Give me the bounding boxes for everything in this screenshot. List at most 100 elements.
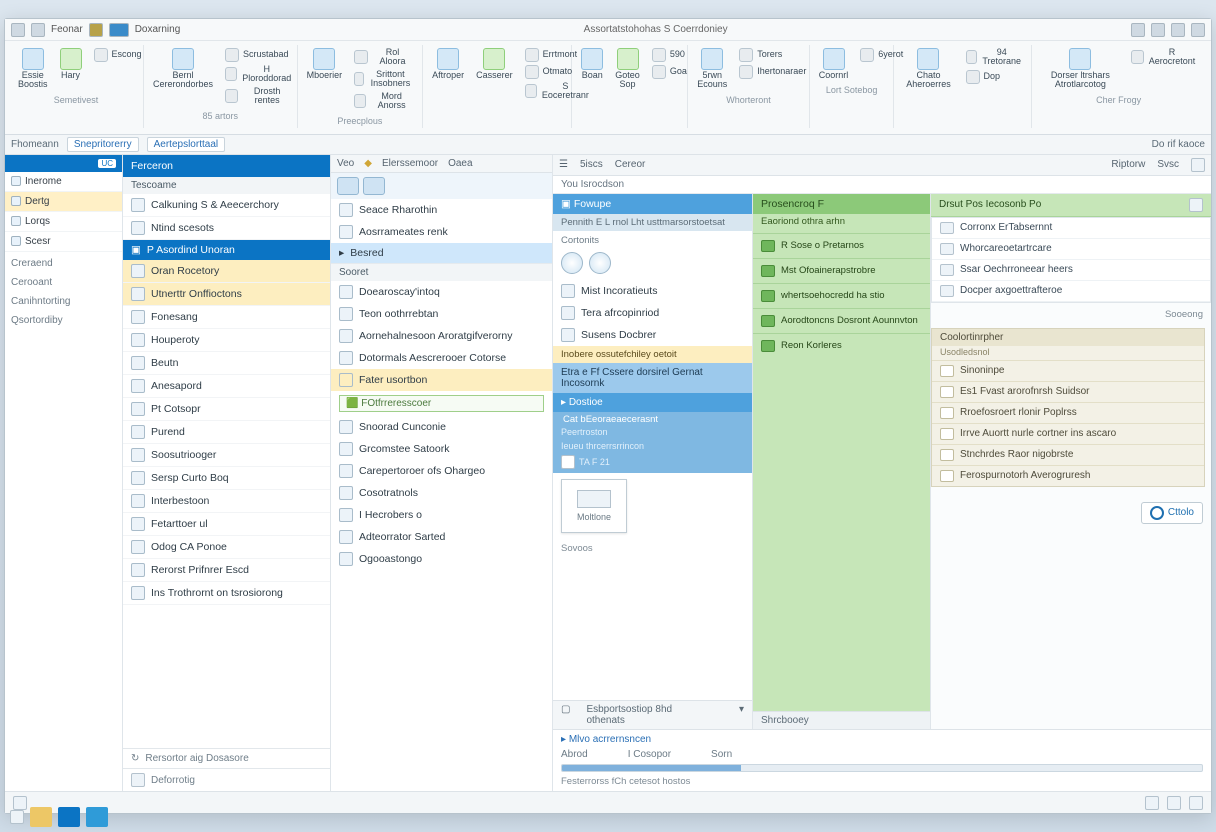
sidebar-item[interactable]: Scesr	[5, 232, 122, 252]
nav3-search[interactable]: 🟩 FOtfrreresscoer	[339, 395, 544, 412]
print-icon[interactable]	[1151, 23, 1165, 37]
sidebar-item[interactable]: Purend	[123, 421, 330, 444]
panel-row[interactable]: Rroefosroert rlonir Poplrss	[932, 402, 1204, 423]
sidebar-item[interactable]: Soosutriooger	[123, 444, 330, 467]
colA-foot-tab[interactable]: ▢Esbportsostiop 8hd othenats▾	[553, 700, 752, 729]
sidebar-item[interactable]: Pt Cotsopr	[123, 398, 330, 421]
ribbon-small-button[interactable]: Scrustabad	[222, 47, 295, 63]
ribbon-button[interactable]: 5rwn Ecouns	[694, 47, 730, 91]
taskbar-app[interactable]	[58, 807, 80, 827]
list-item[interactable]: Corronx ErTabsernnt	[932, 218, 1210, 239]
nav2-section-header[interactable]: ▣P Asordind Unoran	[123, 240, 330, 260]
qat-icon[interactable]	[109, 23, 129, 37]
ribbon-button[interactable]: Essie Boostis	[15, 47, 51, 91]
qat-icon[interactable]	[89, 23, 103, 37]
sidebar-item[interactable]: Teon oothrrebtan	[331, 303, 552, 325]
sidebar-item[interactable]: Snoorad Cunconie	[331, 416, 552, 438]
sidebar-item[interactable]: Sersp Curto Boq	[123, 467, 330, 490]
ribbon-button[interactable]: Aftroper	[429, 47, 467, 81]
view-tabs[interactable]: You Isrocdson	[553, 176, 1211, 194]
list-item[interactable]: Aorodtoncns Dosront Aounnvton	[753, 308, 930, 333]
bottom-label[interactable]: ▸ Mlvo acrrernsncen	[561, 734, 1203, 745]
sidebar-item[interactable]: Anesapord	[123, 375, 330, 398]
breadcrumb-pill[interactable]: Aertepslorttaal	[147, 137, 225, 152]
ribbon-button[interactable]: Coornrl	[816, 47, 852, 81]
list-item[interactable]: Reon Korleres	[753, 333, 930, 358]
ribbon-small-button[interactable]: Torers	[736, 47, 809, 63]
nav3-section-header[interactable]: Fater usortbon	[331, 369, 552, 391]
ribbon-small-button[interactable]: Mord Anorss	[351, 91, 416, 112]
sidebar-item[interactable]: Grcomstee Satoork	[331, 438, 552, 460]
main-tab[interactable]: 5iscs	[580, 159, 603, 170]
list-item[interactable]: Mst Ofoainerapstrobre	[753, 258, 930, 283]
sidebar-item[interactable]: Cosotratnols	[331, 482, 552, 504]
ribbon-small-button[interactable]: Srittont Insobners	[351, 69, 416, 90]
sidebar-item[interactable]: Odog CA Ponoe	[123, 536, 330, 559]
panel-row[interactable]: Ferospurnotorh Averogruresh	[932, 465, 1204, 486]
sidebar-item[interactable]: Doearoscay'intoq	[331, 281, 552, 303]
panel-row[interactable]: Es1 Fvast arorofnrsh Suidsor	[932, 381, 1204, 402]
main-tab[interactable]: Cereor	[615, 159, 646, 170]
sidebar-item[interactable]: I Hecrobers o	[331, 504, 552, 526]
settings-icon[interactable]	[1191, 158, 1205, 172]
ribbon-small-button[interactable]: Dop	[963, 69, 1026, 85]
sidebar-item[interactable]: Dertg	[5, 192, 122, 212]
sidebar-section[interactable]: Creraend	[5, 252, 122, 271]
sidebar-item[interactable]: Oran Rocetory	[123, 260, 330, 283]
qat-label[interactable]: Doxarning	[135, 24, 181, 35]
panel-row[interactable]: Sinoninpe	[932, 360, 1204, 381]
ribbon-button[interactable]: Goteo Sop	[612, 47, 643, 91]
panel-row[interactable]: Stnchrdes Raor nigobrste	[932, 444, 1204, 465]
colA-selected-header[interactable]: ▸ Dostioe	[553, 393, 752, 412]
list-item[interactable]: Susens Docbrer	[553, 324, 752, 346]
taskbar-app[interactable]	[30, 807, 52, 827]
sidebar-section[interactable]: Canihntorting	[5, 290, 122, 309]
chip-icon[interactable]	[337, 177, 359, 195]
ribbon-small-button[interactable]: Goa	[649, 64, 690, 80]
sidebar-item[interactable]: Lorqs	[5, 212, 122, 232]
sidebar-item[interactable]: Ins Trothrornt on tsrosiorong	[123, 582, 330, 605]
sidebar-item[interactable]: Aornehalnesoon Aroratgifverorny	[331, 325, 552, 347]
sidebar-item[interactable]: Beutn	[123, 352, 330, 375]
sync-icon[interactable]	[1131, 23, 1145, 37]
qat-icon[interactable]	[31, 23, 45, 37]
help-icon[interactable]	[1171, 23, 1185, 37]
ribbon-button[interactable]: Mboerier	[304, 47, 346, 81]
qat-icon[interactable]	[11, 23, 25, 37]
bottom-tab[interactable]: Abrod	[561, 749, 588, 760]
panel-row[interactable]: Irrve Auortt nurle cortner ins ascaro	[932, 423, 1204, 444]
ribbon-small-button[interactable]: Rol Aloora	[351, 47, 416, 68]
list-item[interactable]: Whorcareoetartrcare	[932, 239, 1210, 260]
nav3-tab[interactable]: Veo	[337, 158, 354, 169]
nav3-tab[interactable]: Oaea	[448, 158, 472, 169]
sidebar-item[interactable]: Carepertoroer ofs Ohargeo	[331, 460, 552, 482]
ribbon-button[interactable]: Boan	[578, 47, 606, 81]
sidebar-item[interactable]: Dotormals Aescrerooer Cotorse	[331, 347, 552, 369]
main-tab[interactable]: Svsc	[1157, 159, 1179, 170]
ribbon-button[interactable]: Bernl Cererondorbes	[150, 47, 216, 91]
sidebar-item[interactable]: Interbestoon	[123, 490, 330, 513]
expand-icon[interactable]	[1189, 198, 1203, 212]
qat-label[interactable]: Feonar	[51, 24, 83, 35]
colB-foot-tab[interactable]: Shrcbooey	[753, 711, 930, 729]
note-card[interactable]: Moltlone	[561, 479, 627, 533]
list-item[interactable]: Docper axgoettrafteroe	[932, 281, 1210, 302]
cta-button[interactable]: Cttolo	[1141, 502, 1203, 524]
sidebar-item[interactable]: Ntind scesots	[123, 217, 330, 240]
ribbon-small-button[interactable]: 94 Tretorane	[963, 47, 1026, 68]
start-icon[interactable]	[10, 810, 24, 824]
nav3-section-header[interactable]: ▸Besred	[331, 243, 552, 263]
circle-icon[interactable]	[561, 252, 583, 274]
list-item[interactable]: R Sose o Pretarnos	[753, 233, 930, 258]
taskbar-app[interactable]	[86, 807, 108, 827]
ribbon-small-button[interactable]: H Ploroddorad	[222, 64, 295, 85]
ribbon-button[interactable]: Casserer	[473, 47, 516, 81]
sidebar-item[interactable]: Rerorst Prifnrer Escd	[123, 559, 330, 582]
breadcrumb-pill[interactable]: Snepritorerry	[67, 137, 139, 152]
list-item[interactable]: Tera afrcopinriod	[553, 302, 752, 324]
nav3-tab[interactable]: Elerssemoor	[382, 158, 438, 169]
sidebar-item[interactable]: Seace Rharothin	[331, 199, 552, 221]
sidebar-item[interactable]: Fetarttoer ul	[123, 513, 330, 536]
ribbon-button[interactable]: Dorser ltrshars Atrotlarcotog	[1038, 47, 1122, 91]
ribbon-small-button[interactable]: Drosth rentes	[222, 86, 295, 107]
